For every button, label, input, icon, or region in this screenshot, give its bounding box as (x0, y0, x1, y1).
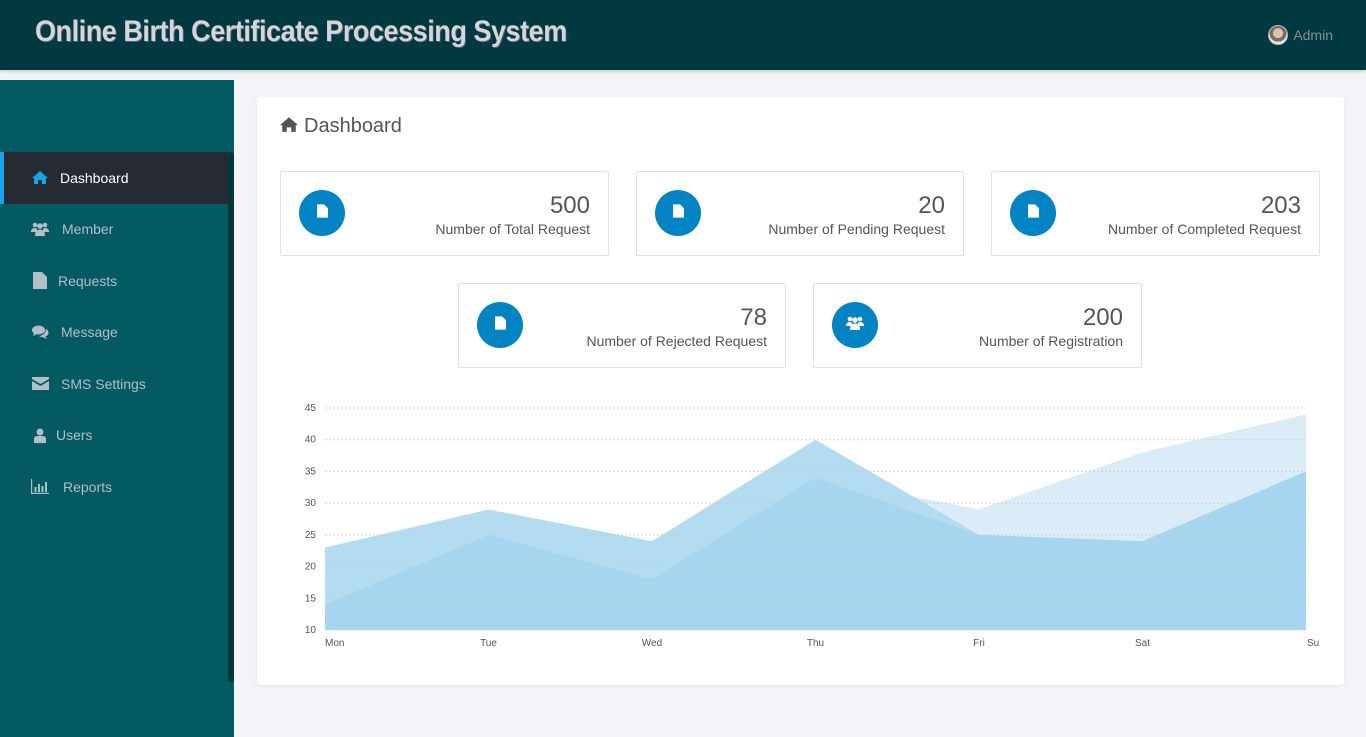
file-icon (672, 203, 684, 223)
sidebar-item-users[interactable]: Users (0, 410, 228, 462)
stat-icon-circle (655, 190, 701, 236)
stat-label: Number of Pending Request (768, 221, 945, 237)
stat-card-total-request[interactable]: 500 Number of Total Request (280, 171, 609, 256)
sidebar-item-label: Dashboard (60, 169, 129, 186)
stat-card-completed-request[interactable]: 203 Number of Completed Request (991, 171, 1320, 256)
y-tick-label: 30 (305, 498, 317, 509)
y-tick-label: 40 (305, 435, 317, 446)
sidebar-item-requests[interactable]: Requests (0, 255, 228, 307)
x-tick-label: Su (1307, 638, 1319, 649)
home-icon (280, 115, 298, 138)
sidebar: Dashboard Member Requests Message SMS Se… (0, 80, 234, 737)
page-title: Dashboard (280, 115, 402, 138)
sidebar-item-label: Member (62, 221, 114, 238)
y-tick-label: 15 (305, 593, 317, 604)
stat-icon-circle (477, 302, 523, 348)
stat-label: Number of Completed Request (1108, 221, 1301, 237)
stat-value: 500 (549, 192, 590, 219)
sidebar-item-label: SMS Settings (61, 375, 146, 392)
sidebar-item-label: Reports (63, 478, 113, 495)
stat-card-rejected-request[interactable]: 78 Number of Rejected Request (458, 283, 786, 368)
stat-icon-circle (299, 190, 345, 236)
x-tick-label: Sat (1135, 638, 1150, 649)
y-tick-label: 10 (305, 625, 317, 636)
sidebar-item-member[interactable]: Member (0, 204, 228, 256)
user-name: Admin (1293, 27, 1333, 43)
stat-value: 200 (1082, 304, 1123, 331)
stat-icon-circle (832, 302, 878, 348)
stat-label: Number of Total Request (435, 221, 590, 237)
file-icon (1027, 203, 1039, 223)
envelope-icon (31, 376, 49, 392)
y-tick-label: 20 (305, 562, 317, 573)
sidebar-item-dashboard[interactable]: Dashboard (0, 152, 228, 204)
sidebar-item-label: Requests (58, 272, 118, 289)
area-chart-svg: 10 15 20 25 30 35 40 45 Mon Tue Wed Thu Fri Sat Su (305, 403, 1319, 649)
file-icon (316, 203, 328, 223)
stat-card-registration[interactable]: 200 Number of Registration (813, 283, 1142, 368)
bar-chart-icon (31, 479, 49, 495)
sidebar-item-sms-settings[interactable]: SMS Settings (0, 358, 228, 410)
area-chart: 10 15 20 25 30 35 40 45 Mon Tue Wed Thu Fri Sat Su (257, 390, 1344, 660)
sidebar-item-message[interactable]: Message (0, 307, 228, 359)
x-tick-label: Thu (807, 638, 824, 649)
y-tick-label: 45 (305, 403, 317, 414)
sidebar-item-reports[interactable]: Reports (0, 461, 228, 513)
users-icon (31, 221, 49, 237)
y-tick-label: 25 (305, 530, 317, 541)
sidebar-item-label: Users (56, 427, 93, 444)
sidebar-scrollbar[interactable] (228, 152, 234, 682)
user-menu[interactable]: Admin (1268, 25, 1333, 45)
comments-icon (31, 324, 49, 340)
stat-label: Number of Registration (979, 333, 1123, 349)
app-title: Online Birth Certificate Processing Syst… (35, 15, 567, 48)
stat-label: Number of Rejected Request (586, 333, 767, 349)
file-icon (31, 272, 49, 290)
x-tick-label: Fri (973, 638, 985, 649)
x-tick-label: Mon (325, 638, 344, 649)
stat-value: 203 (1260, 192, 1301, 219)
page-title-text: Dashboard (304, 115, 402, 137)
stat-value: 78 (740, 304, 767, 331)
sidebar-nav: Dashboard Member Requests Message SMS Se… (0, 152, 228, 513)
stat-icon-circle (1010, 190, 1056, 236)
avatar (1268, 25, 1289, 45)
users-icon (846, 316, 864, 335)
user-icon (31, 427, 49, 443)
x-tick-label: Tue (480, 638, 497, 649)
stat-value: 20 (918, 192, 945, 219)
sidebar-item-label: Message (61, 324, 118, 341)
x-tick-label: Wed (642, 638, 662, 649)
file-icon (494, 315, 506, 335)
top-bar: Online Birth Certificate Processing Syst… (0, 0, 1366, 70)
y-tick-label: 35 (305, 466, 317, 477)
home-icon (31, 170, 49, 186)
stat-card-pending-request[interactable]: 20 Number of Pending Request (636, 171, 964, 256)
